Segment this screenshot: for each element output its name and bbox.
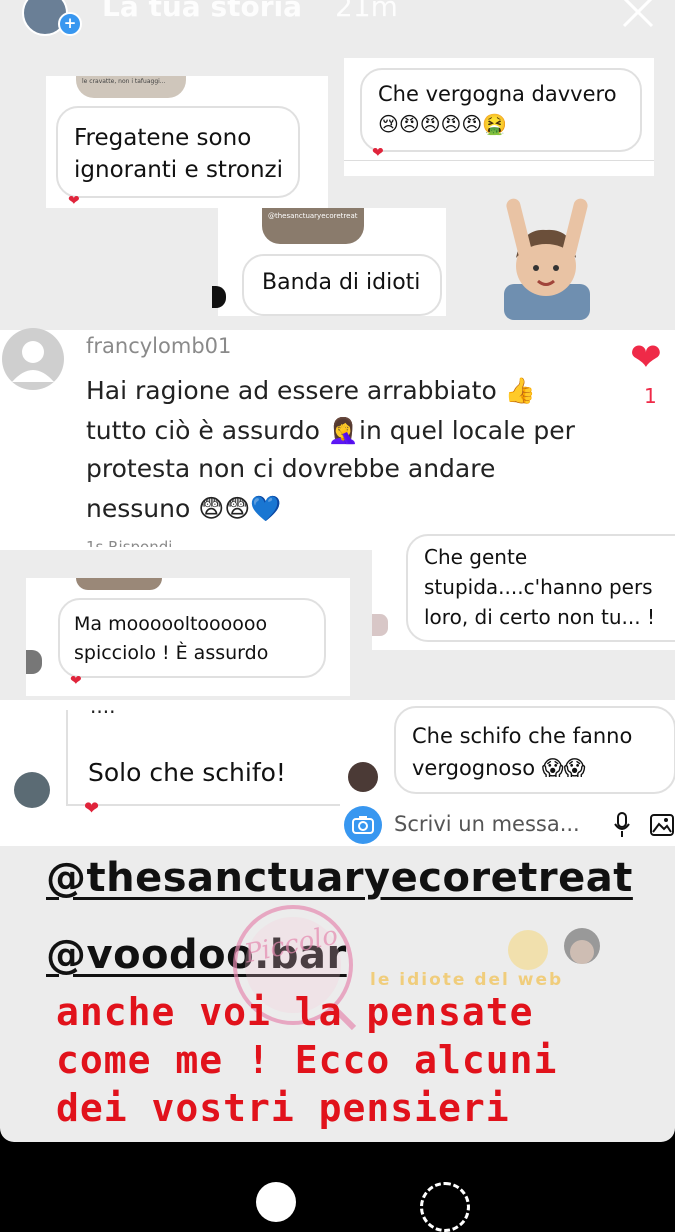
thumbnail-text: le cravatte, non i tafuaggi... xyxy=(82,78,166,85)
heart-icon: ❤ xyxy=(84,798,100,819)
more-icon[interactable] xyxy=(420,1182,470,1232)
message-bubble: Banda di idioti xyxy=(242,254,442,316)
message-bubble: Ma moooooltoooooo spicciolo ! È assurdo xyxy=(58,598,326,678)
comment-text-line: tutto ciò è assurdo 🤦‍♀️in quel locale p… xyxy=(86,416,575,445)
thumbnail: @thesanctuaryecoretreat xyxy=(262,208,364,244)
screenshot-card: le cravatte, non i tafuaggi... Fregatene… xyxy=(46,76,328,208)
camera-icon[interactable] xyxy=(344,806,382,844)
message-bubble: Che vergogna davvero 😢😠😠😠😠🤮 xyxy=(360,68,642,152)
screenshot-card: Che gente stupida....c'hanno pers loro, … xyxy=(372,534,675,650)
story-time: 21m xyxy=(335,0,398,23)
story-title: La tua storia xyxy=(102,0,303,23)
caption-line: dei vostri pensieri xyxy=(56,1086,510,1130)
avatar xyxy=(14,772,50,808)
heart-icon: ❤ xyxy=(372,145,384,161)
screenshot-card: Che vergogna davvero 😢😠😠😠😠🤮 ❤ xyxy=(344,58,654,176)
avatar[interactable] xyxy=(2,328,64,390)
message-text: Che gente stupida....c'hanno pers loro, … xyxy=(424,545,656,629)
image-icon[interactable] xyxy=(650,814,674,836)
watermark-cartoon xyxy=(508,928,600,970)
facebook-icon[interactable] xyxy=(256,1182,296,1222)
caption-line: come me ! Ecco alcuni xyxy=(56,1038,558,1082)
thumbnail xyxy=(76,578,162,590)
close-icon[interactable] xyxy=(618,0,658,32)
heart-icon: ❤ xyxy=(70,673,82,689)
bottom-bar xyxy=(0,1142,675,1232)
avatar xyxy=(372,614,388,636)
message-text: Fregatene sono ignoranti e stronzi xyxy=(74,125,284,183)
microphone-icon[interactable] xyxy=(612,812,632,838)
message-bubble: Fregatene sono ignoranti e stronzi xyxy=(56,106,300,198)
heart-icon: ❤ xyxy=(68,193,80,209)
divider xyxy=(66,804,352,806)
comment-text-line: protesta non ci dovrebbe andare xyxy=(86,454,496,483)
comment-text-line: nessuno 😨😨💙 xyxy=(86,494,282,523)
avatar xyxy=(212,286,226,308)
message-text: Banda di idioti xyxy=(262,270,421,295)
message-text: Che vergogna davvero xyxy=(378,82,617,106)
message-dots: .... xyxy=(90,694,116,718)
screenshot-card: @thesanctuaryecoretreat Banda di idioti xyxy=(212,208,446,316)
avatar xyxy=(26,650,42,674)
screenshot-card: .... Solo che schifo! ❤ xyxy=(0,694,352,846)
plus-icon[interactable]: + xyxy=(58,12,82,36)
bubble-edge xyxy=(66,710,68,806)
message-input[interactable]: Scrivi un messa... xyxy=(394,812,580,836)
message-text: Ma moooooltoooooo spicciolo ! È assurdo xyxy=(74,613,269,664)
thumbnail: le cravatte, non i tafuaggi... xyxy=(76,76,186,98)
baby-sticker xyxy=(494,188,600,320)
message-bubble: Che schifo che fanno vergognoso 😱😱 xyxy=(394,706,675,794)
emoji-row: 😢😠😠😠😠🤮 xyxy=(378,112,508,136)
message-text: Che schifo che fanno vergognoso 😱😱 xyxy=(412,724,633,780)
message-bubble: Che gente stupida....c'hanno pers loro, … xyxy=(406,534,675,642)
divider xyxy=(344,160,654,161)
screenshot-card: Che schifo che fanno vergognoso 😱😱 Scriv… xyxy=(340,700,675,846)
heart-icon[interactable]: ❤ xyxy=(630,338,662,376)
screenshot-card: Ma moooooltoooooo spicciolo ! È assurdo … xyxy=(26,578,350,696)
story-canvas: + La tua storia 21m le cravatte, non i t… xyxy=(0,0,675,1142)
thumbnail-text: @thesanctuaryecoretreat xyxy=(268,212,358,220)
avatar xyxy=(348,762,378,792)
message-text: Solo che schifo! xyxy=(88,758,286,787)
message-composer[interactable]: Scrivi un messa... xyxy=(340,802,675,846)
mention-tag[interactable]: @thesanctuaryecoretreat xyxy=(46,855,633,901)
comment-text-line: Hai ragione ad essere arrabbiato 👍 xyxy=(86,376,536,405)
comment-username[interactable]: francylomb01 xyxy=(86,334,231,358)
caption-line: anche voi la pensate xyxy=(56,990,534,1034)
like-count: 1 xyxy=(644,384,657,408)
comment-meta[interactable]: 1s Rispondi xyxy=(86,538,172,547)
comment-card: francylomb01 Hai ragione ad essere arrab… xyxy=(0,328,675,550)
